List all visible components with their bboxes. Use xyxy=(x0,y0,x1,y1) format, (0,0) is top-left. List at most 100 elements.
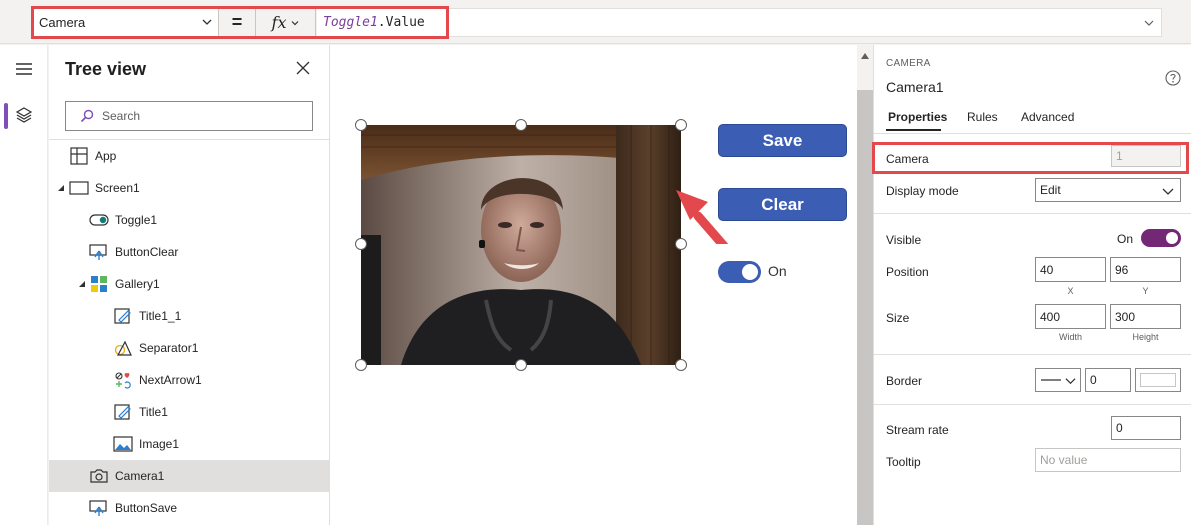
save-button[interactable]: Save xyxy=(718,124,847,157)
tree-item-gallery1[interactable]: Gallery1 xyxy=(49,268,329,300)
tree-item-nextarrow1[interactable]: NextArrow1 xyxy=(49,364,329,396)
y-caption: Y xyxy=(1142,286,1149,296)
tree-item-label: Title1 xyxy=(139,405,168,419)
visible-toggle[interactable] xyxy=(1141,229,1181,247)
gallery-icon xyxy=(89,274,109,294)
help-icon[interactable] xyxy=(1165,70,1181,86)
formula-member: .Value xyxy=(377,15,425,30)
tree-view-panel: Tree view Search App Screen1 Toggle1 But… xyxy=(49,45,330,525)
display-mode-dropdown[interactable]: Edit xyxy=(1035,178,1181,202)
size-height-input[interactable]: 300 xyxy=(1110,304,1181,329)
tooltip-label: Tooltip xyxy=(886,455,921,469)
property-dropdown-value: Camera xyxy=(39,15,86,30)
tree-item-buttonclear[interactable]: ButtonClear xyxy=(49,236,329,268)
tab-rules[interactable]: Rules xyxy=(967,110,998,124)
divider xyxy=(874,404,1191,405)
formula-input[interactable]: Toggle1 .Value xyxy=(317,8,1162,37)
icon-control-icon xyxy=(113,370,133,390)
resize-handle-left[interactable] xyxy=(355,238,367,250)
tree-item-camera1[interactable]: Camera1 xyxy=(49,460,329,492)
divider xyxy=(874,354,1191,355)
camera-field[interactable]: 1 xyxy=(1111,145,1181,167)
tooltip-input[interactable]: No value xyxy=(1035,448,1181,472)
tab-advanced[interactable]: Advanced xyxy=(1021,110,1074,124)
tree-item-screen1[interactable]: Screen1 xyxy=(49,172,329,204)
collapse-triangle-icon[interactable] xyxy=(78,280,86,288)
resize-handle-top[interactable] xyxy=(515,119,527,131)
clear-button[interactable]: Clear xyxy=(718,188,847,221)
tree-view-title: Tree view xyxy=(65,59,147,79)
border-color-picker[interactable] xyxy=(1135,368,1181,392)
tree-item-separator1[interactable]: Separator1 xyxy=(49,332,329,364)
tree-item-title1[interactable]: Title1 xyxy=(49,396,329,428)
search-placeholder: Search xyxy=(102,109,141,123)
canvas-scrollbar[interactable] xyxy=(857,45,873,525)
visible-label: Visible xyxy=(886,233,922,247)
resize-handle-bottom-left[interactable] xyxy=(355,359,367,371)
control-name[interactable]: Camera1 xyxy=(886,79,944,95)
tree-item-buttonsave[interactable]: ButtonSave xyxy=(49,492,329,524)
tree-item-label: ButtonClear xyxy=(115,245,179,259)
tree-item-title1-1[interactable]: Title1_1 xyxy=(49,300,329,332)
hamburger-menu-button[interactable] xyxy=(0,49,48,89)
divider xyxy=(874,213,1191,214)
border-style-dropdown[interactable] xyxy=(1035,368,1081,392)
scrollbar-thumb[interactable] xyxy=(857,90,873,525)
tree-view-button[interactable] xyxy=(0,95,48,135)
position-y-input[interactable]: 96 xyxy=(1110,257,1181,282)
border-width-input[interactable]: 0 xyxy=(1085,368,1131,392)
resize-handle-top-right[interactable] xyxy=(675,119,687,131)
tree-item-label: Toggle1 xyxy=(115,213,158,227)
scroll-up-icon[interactable] xyxy=(861,53,869,59)
chevron-down-icon xyxy=(1162,188,1174,195)
position-label: Position xyxy=(886,265,929,279)
resize-handle-bottom-right[interactable] xyxy=(675,359,687,371)
resize-handle-bottom[interactable] xyxy=(515,359,527,371)
tree-item-label: Separator1 xyxy=(139,341,199,355)
search-icon xyxy=(80,109,94,123)
tree-item-image1[interactable]: Image1 xyxy=(49,428,329,460)
fx-button[interactable]: fx xyxy=(257,8,316,37)
size-width-input[interactable]: 400 xyxy=(1035,304,1106,329)
tree-item-label: Screen1 xyxy=(95,181,140,195)
toggle-icon xyxy=(89,210,109,230)
formula-bar: Camera = fx Toggle1 .Value xyxy=(0,0,1191,44)
tree-item-label: Gallery1 xyxy=(115,277,160,291)
control-type-label: CAMERA xyxy=(886,58,931,69)
camera-feed-image xyxy=(361,125,681,365)
collapse-triangle-icon[interactable] xyxy=(57,184,65,192)
power-apps-studio: Camera = fx Toggle1 .Value Tree view Sear… xyxy=(0,0,1191,525)
tree-item-app[interactable]: App xyxy=(49,140,329,172)
tree-item-toggle1[interactable]: Toggle1 xyxy=(49,204,329,236)
height-caption: Height xyxy=(1132,332,1159,342)
toggle-label: On xyxy=(768,263,787,279)
camera-icon xyxy=(89,466,109,486)
toggle-knob xyxy=(1166,232,1178,244)
tab-properties[interactable]: Properties xyxy=(888,110,947,124)
camera-control[interactable] xyxy=(361,125,681,365)
toggle-control[interactable] xyxy=(718,261,761,283)
x-caption: X xyxy=(1067,286,1074,296)
close-icon[interactable] xyxy=(296,61,310,75)
chevron-down-icon xyxy=(292,20,299,25)
layers-icon xyxy=(15,107,33,123)
button-icon xyxy=(89,242,109,262)
resize-handle-top-left[interactable] xyxy=(355,119,367,131)
toggle-knob xyxy=(742,264,758,280)
property-dropdown[interactable]: Camera xyxy=(33,8,219,37)
active-tab-underline xyxy=(886,129,941,131)
tree-item-label: Camera1 xyxy=(115,469,165,483)
app-icon xyxy=(69,146,89,166)
tree-search-input[interactable]: Search xyxy=(65,101,313,131)
expand-formula-icon[interactable] xyxy=(1143,17,1155,29)
label-icon xyxy=(113,402,133,422)
position-x-input[interactable]: 40 xyxy=(1035,257,1106,282)
screen-icon xyxy=(69,178,89,198)
button-icon xyxy=(89,498,109,518)
width-caption: Width xyxy=(1058,332,1082,342)
display-mode-label: Display mode xyxy=(886,184,959,198)
divider xyxy=(874,133,1191,134)
left-rail xyxy=(0,45,48,525)
tree-item-label: Image1 xyxy=(139,437,180,451)
stream-rate-input[interactable]: 0 xyxy=(1111,416,1181,440)
